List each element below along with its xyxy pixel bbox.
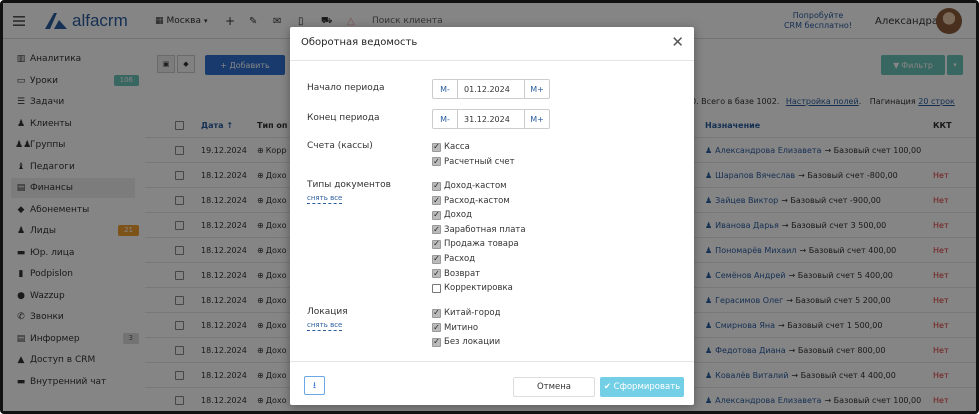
checkbox-label: Корректировка <box>444 283 513 294</box>
locations-option[interactable]: ✓ Митино <box>432 321 478 335</box>
doc-types-label: Типы документов <box>307 180 391 190</box>
checkbox[interactable]: ✓ <box>432 181 441 191</box>
checkbox-label: Продажа товара <box>444 239 519 250</box>
download-icon[interactable]: ⭳ <box>304 376 325 395</box>
period-end-field: М- 31.12.2024 М+ <box>432 109 550 129</box>
checkbox[interactable]: ✓ <box>432 225 441 235</box>
location-unselect-all[interactable]: снять все <box>307 321 343 331</box>
checkbox-label: Расход-кастом <box>444 195 510 206</box>
period-end-label: Конец периода <box>307 113 380 123</box>
doc_types-option[interactable]: ✓ Доход-кастом <box>432 179 507 193</box>
accounts-option[interactable]: ✓ Касса <box>432 140 470 154</box>
turnover-modal: Оборотная ведомость ✕ Начало периода М- … <box>290 27 694 405</box>
modal-header: Оборотная ведомость ✕ <box>290 27 694 61</box>
doc_types-option[interactable]: ✓ Продажа товара <box>432 237 519 251</box>
doc_types-option[interactable]: ✓ Заработная плата <box>432 223 526 237</box>
checkbox-label: Без локации <box>444 337 501 347</box>
checkbox[interactable]: ✓ <box>432 337 441 347</box>
checkbox[interactable]: ✓ <box>432 196 441 206</box>
checkbox-label: Доход <box>444 210 472 221</box>
locations-option[interactable]: ✓ Китай-город <box>432 306 500 320</box>
doc-types-unselect-all[interactable]: снять все <box>307 194 343 204</box>
checkbox-label: Митино <box>444 322 479 333</box>
period-start-field: М- 01.12.2024 М+ <box>432 79 550 99</box>
checkbox[interactable]: ✓ <box>432 254 441 264</box>
cancel-button[interactable]: Отмена <box>513 377 595 397</box>
checkbox[interactable]: ✓ <box>432 323 441 332</box>
app-window: alfacrm ▦ Москва ▾ + ✎ ✉ ▯ ⛟ △ Поиск кли… <box>0 0 979 414</box>
accounts-label: Счета (кассы) <box>307 141 373 151</box>
checkbox[interactable]: ✓ <box>432 239 441 249</box>
period-start-plus-button[interactable]: М+ <box>525 80 549 98</box>
doc_types-option[interactable]: ✓ Возврат <box>432 267 480 281</box>
checkbox-label: Возврат <box>444 268 481 279</box>
locations-option[interactable]: ✓ Без локации <box>432 335 500 349</box>
checkbox-label: Расчетный счет <box>444 156 515 167</box>
period-end-input[interactable]: 31.12.2024 <box>457 110 525 128</box>
modal-footer: ⭳ Отмена ✔ Сформировать <box>290 361 694 405</box>
doc_types-option[interactable]: Корректировка <box>432 281 513 295</box>
period-start-minus-button[interactable]: М- <box>433 80 457 98</box>
doc_types-option[interactable]: ✓ Расход <box>432 252 475 266</box>
location-label: Локация <box>307 307 348 317</box>
period-start-input[interactable]: 01.12.2024 <box>457 80 525 98</box>
checkbox-label: Доход-кастом <box>444 181 507 191</box>
checkbox-label: Заработная плата <box>444 224 526 235</box>
accounts-option[interactable]: ✓ Расчетный счет <box>432 155 515 169</box>
checkbox[interactable]: ✓ <box>432 308 441 318</box>
period-end-plus-button[interactable]: М+ <box>525 110 549 128</box>
doc_types-option[interactable]: ✓ Доход <box>432 208 472 222</box>
checkbox[interactable]: ✓ <box>432 157 441 166</box>
period-start-label: Начало периода <box>307 83 385 93</box>
doc_types-option[interactable]: ✓ Расход-кастом <box>432 194 510 208</box>
checkbox-label: Расход <box>444 254 476 264</box>
modal-title: Оборотная ведомость <box>301 37 418 48</box>
close-icon[interactable]: ✕ <box>671 33 684 51</box>
checkbox-label: Касса <box>444 142 470 152</box>
submit-button[interactable]: ✔ Сформировать <box>600 377 684 397</box>
checkbox[interactable]: ✓ <box>432 210 441 220</box>
checkbox[interactable]: ✓ <box>432 269 441 279</box>
period-end-minus-button[interactable]: М- <box>433 110 457 128</box>
checkbox[interactable] <box>432 283 441 293</box>
checkbox-label: Китай-город <box>444 308 501 318</box>
checkbox[interactable]: ✓ <box>432 142 441 152</box>
